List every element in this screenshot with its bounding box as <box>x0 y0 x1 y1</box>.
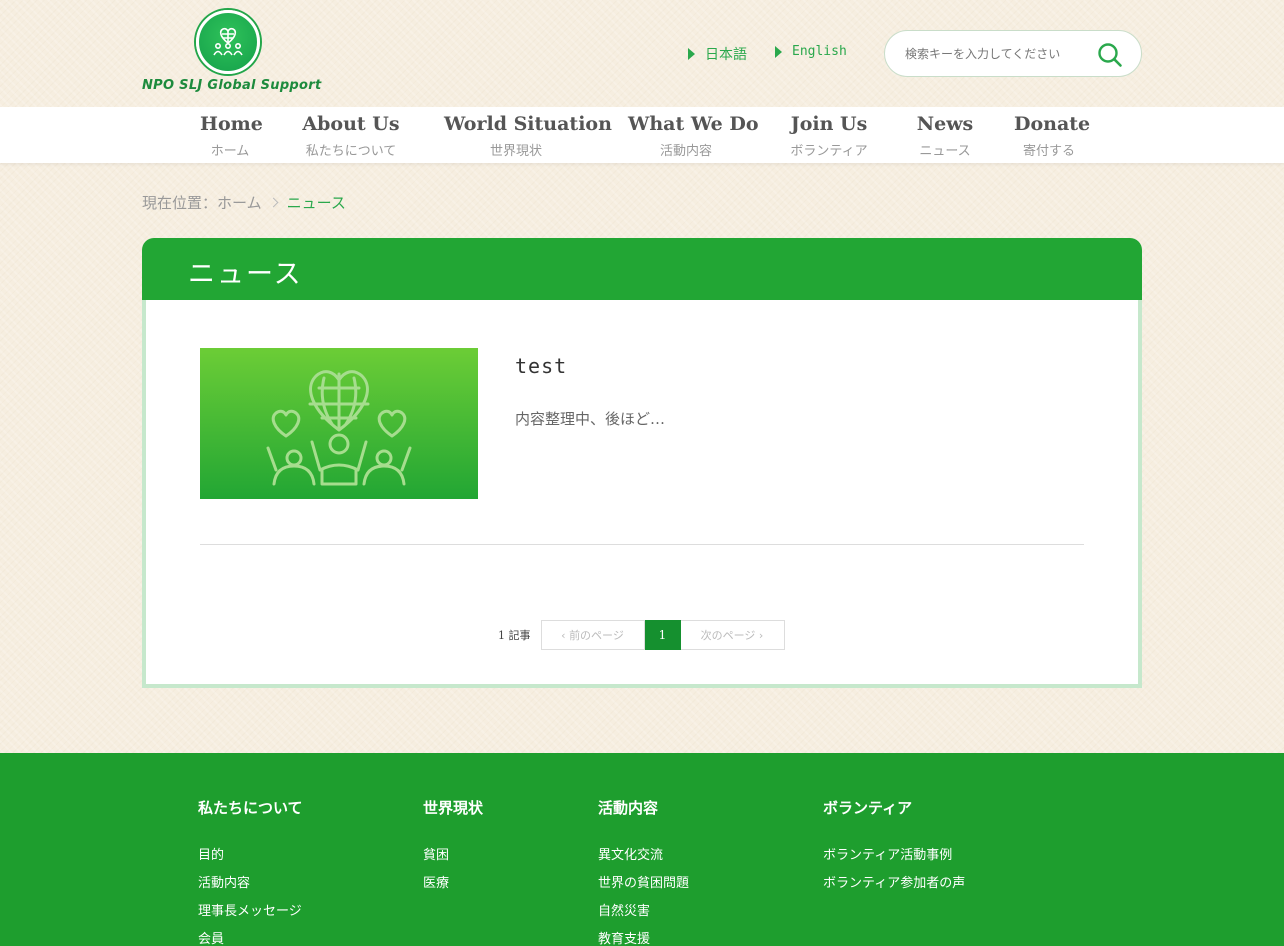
chevron-right-icon: › <box>755 628 764 642</box>
nav-label-ja: ホーム <box>210 144 250 159</box>
nav-label-ja: ボランティア <box>790 144 868 159</box>
post-title[interactable]: test <box>515 354 567 378</box>
footer-link[interactable]: 世界の貧困問題 <box>598 872 689 891</box>
logo-emblem <box>196 10 260 74</box>
nav-label-ja: 寄付する <box>1022 144 1075 159</box>
footer-link[interactable]: ボランティア参加者の声 <box>823 872 965 891</box>
article-count: 1 記事 <box>498 629 531 642</box>
footer-link[interactable]: 異文化交流 <box>598 844 689 863</box>
nav-item-home[interactable]: Home ホーム <box>200 113 263 159</box>
nav-item-world-situation[interactable]: World Situation 世界現状 <box>444 113 612 159</box>
language-english-link[interactable]: English <box>775 44 847 59</box>
footer-link[interactable]: 教育支援 <box>598 928 689 946</box>
nav-item-about-us[interactable]: About Us 私たちについて <box>300 113 402 159</box>
footer-column-volunteer: ボランティア ボランティア活動事例 ボランティア参加者の声 <box>823 797 965 900</box>
breadcrumb: 現在位置： ホーム ニュース <box>142 192 346 213</box>
nav-label-en: News <box>916 113 974 135</box>
divider <box>200 544 1084 545</box>
nav-label-ja: 世界現状 <box>489 144 542 159</box>
triangle-right-icon <box>688 48 695 60</box>
footer-link[interactable]: 貧困 <box>423 844 483 863</box>
site-footer: 私たちについて 目的 活動内容 理事長メッセージ 会員 世界現状 貧困 医療 活… <box>0 753 1284 946</box>
next-page-label: 次のページ <box>700 629 756 642</box>
prev-page-label: 前のページ <box>569 629 624 642</box>
footer-link[interactable]: 活動内容 <box>198 872 303 891</box>
breadcrumb-prefix: 現在位置： <box>142 194 218 212</box>
search-box <box>884 30 1142 77</box>
nav-item-donate[interactable]: Donate 寄付する <box>1014 113 1091 159</box>
heart-globe-people-icon <box>266 370 412 486</box>
footer-link[interactable]: 会員 <box>198 928 303 946</box>
nav-item-news[interactable]: News ニュース <box>912 113 978 159</box>
nav-label-en: Join Us <box>790 113 868 135</box>
panel-header: ニュース <box>142 238 1142 300</box>
footer-link[interactable]: 理事長メッセージ <box>198 900 303 919</box>
nav-label-ja: ニュース <box>919 144 971 159</box>
footer-column-about: 私たちについて 目的 活動内容 理事長メッセージ 会員 <box>198 797 303 946</box>
main-nav: Home ホーム About Us 私たちについて World Situatio… <box>0 107 1284 163</box>
triangle-right-icon <box>775 45 782 58</box>
nav-label-en: Donate <box>1014 113 1091 135</box>
current-page[interactable]: 1 <box>644 620 681 650</box>
footer-column-title[interactable]: ボランティア <box>823 797 965 818</box>
nav-label-ja: 活動内容 <box>659 144 712 159</box>
footer-link[interactable]: 目的 <box>198 844 303 863</box>
nav-label-ja: 私たちについて <box>305 144 397 159</box>
post-excerpt: 内容整理中、後ほど… <box>515 410 666 428</box>
nav-label-en: Home <box>200 113 263 135</box>
footer-column-title[interactable]: 世界現状 <box>423 797 483 818</box>
breadcrumb-home-link[interactable]: ホーム <box>217 192 262 213</box>
chevron-left-icon: ‹ <box>561 628 570 642</box>
nav-label-en: World Situation <box>444 113 612 135</box>
search-icon <box>1098 43 1122 67</box>
heart-globe-people-icon <box>213 27 243 56</box>
language-japanese-label: 日本語 <box>705 47 747 63</box>
panel-body: test 内容整理中、後ほど… 1 記事 ‹ 前のページ 1 次のページ › <box>142 300 1142 688</box>
search-input[interactable] <box>905 44 1085 64</box>
post-thumbnail[interactable] <box>200 348 478 499</box>
site-header: NPO SLJ Global Support 日本語 English <box>0 0 1284 107</box>
prev-page-button[interactable]: ‹ 前のページ <box>540 620 645 650</box>
chevron-right-icon <box>268 197 279 208</box>
next-page-button[interactable]: 次のページ › <box>680 620 785 650</box>
breadcrumb-current: ニュース <box>286 194 346 212</box>
footer-link[interactable]: ボランティア活動事例 <box>823 844 965 863</box>
footer-column-title[interactable]: 私たちについて <box>198 797 303 818</box>
footer-column-activities: 活動内容 異文化交流 世界の貧困問題 自然災害 教育支援 <box>598 797 689 946</box>
nav-item-join-us[interactable]: Join Us ボランティア <box>784 113 874 159</box>
pagination: 1 記事 ‹ 前のページ 1 次のページ › <box>498 620 785 650</box>
footer-column-world: 世界現状 貧困 医療 <box>423 797 483 900</box>
language-japanese-link[interactable]: 日本語 <box>688 44 747 64</box>
footer-link[interactable]: 医療 <box>423 872 483 891</box>
site-logo[interactable]: NPO SLJ Global Support <box>142 10 322 98</box>
news-panel: ニュース test 内容整理中、後ほど… 1 記事 ‹ 前のページ 1 次のペー… <box>142 238 1142 688</box>
search-button[interactable] <box>1097 42 1123 68</box>
footer-column-title[interactable]: 活動内容 <box>598 797 689 818</box>
nav-label-en: About Us <box>302 113 400 135</box>
page-title: ニュース <box>188 259 303 290</box>
language-english-label: English <box>792 44 847 59</box>
footer-link[interactable]: 自然災害 <box>598 900 689 919</box>
logo-text: NPO SLJ Global Support <box>142 78 322 93</box>
nav-item-what-we-do[interactable]: What We Do 活動内容 <box>628 113 759 159</box>
nav-label-en: What We Do <box>628 113 759 135</box>
